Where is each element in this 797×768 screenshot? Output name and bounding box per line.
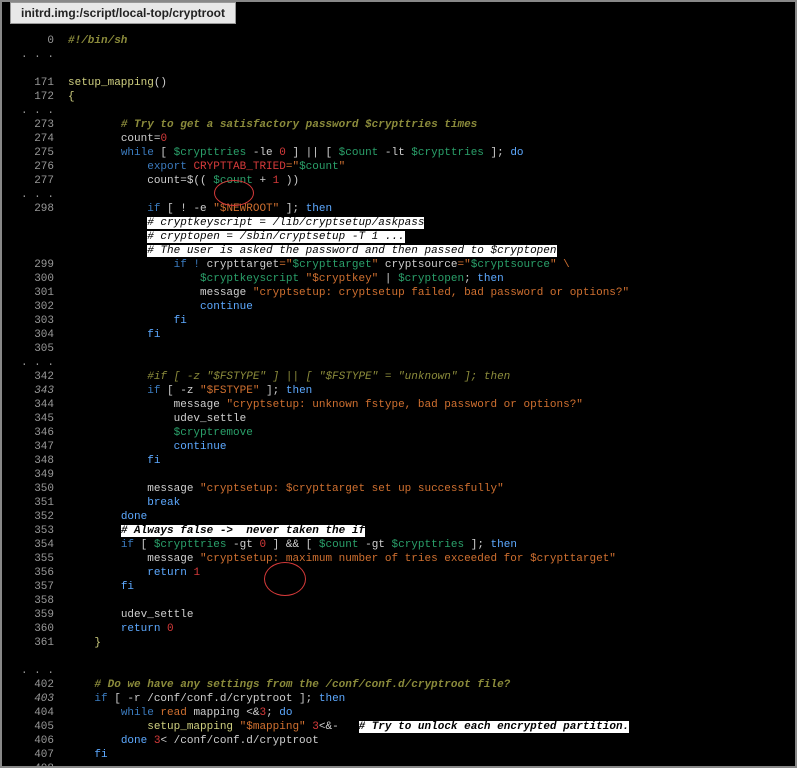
ellipsis: . . . xyxy=(2,48,68,62)
line-num: 0 xyxy=(2,34,68,48)
shebang: #!/bin/sh xyxy=(68,35,127,47)
code-body: 0#!/bin/sh . . . 171setup_mapping() 172{… xyxy=(2,30,795,766)
code-window: initrd.img:/script/local-top/cryptroot 0… xyxy=(0,0,797,768)
window-title: initrd.img:/script/local-top/cryptroot xyxy=(10,2,236,24)
